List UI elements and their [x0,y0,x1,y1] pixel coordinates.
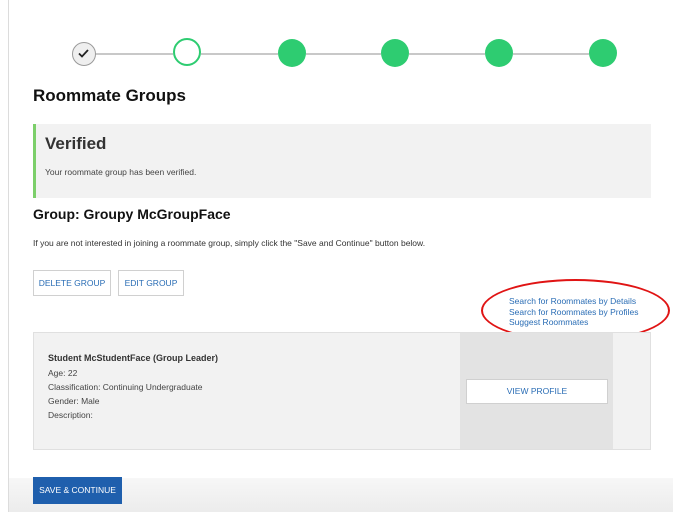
step-1-completed [72,42,96,66]
alert-title: Verified [45,134,107,153]
stepper-connector [201,53,278,55]
search-by-details-link[interactable]: Search for Roommates by Details [509,296,638,307]
view-profile-button[interactable]: VIEW PROFILE [466,379,608,404]
search-by-profiles-link[interactable]: Search for Roommates by Profiles [509,307,638,318]
progress-stepper [0,0,673,80]
suggest-roommates-link[interactable]: Suggest Roommates [509,317,638,328]
member-name: Student McStudentFace (Group Leader) [48,353,219,363]
alert-message: Your roommate group has been verified. [45,167,197,177]
page-title: Roommate Groups [33,86,187,105]
step-5 [485,39,513,67]
member-classification: Classification: Continuing Undergraduate [48,382,203,392]
group-member-card: Student McStudentFace (Group Leader) Age… [33,332,651,450]
step-2-current [173,38,201,66]
member-description: Description: [48,410,93,420]
group-info-text: If you are not interested in joining a r… [33,238,426,248]
member-gender: Gender: Male [48,396,100,406]
group-title: Group: Groupy McGroupFace [33,206,231,222]
step-6 [589,39,617,67]
step-4 [381,39,409,67]
stepper-connector [306,53,381,55]
stepper-connector [96,53,173,55]
roommate-search-links: Search for Roommates by Details Search f… [509,296,638,328]
checkmark-icon [78,49,89,58]
step-3 [278,39,306,67]
delete-group-button[interactable]: DELETE GROUP [33,270,111,296]
save-and-continue-button[interactable]: SAVE & CONTINUE [33,477,122,504]
stepper-connector [513,53,589,55]
stepper-connector [409,53,485,55]
verified-alert: Verified Your roommate group has been ve… [33,124,651,198]
edit-group-button[interactable]: EDIT GROUP [118,270,184,296]
member-age: Age: 22 [48,368,78,378]
